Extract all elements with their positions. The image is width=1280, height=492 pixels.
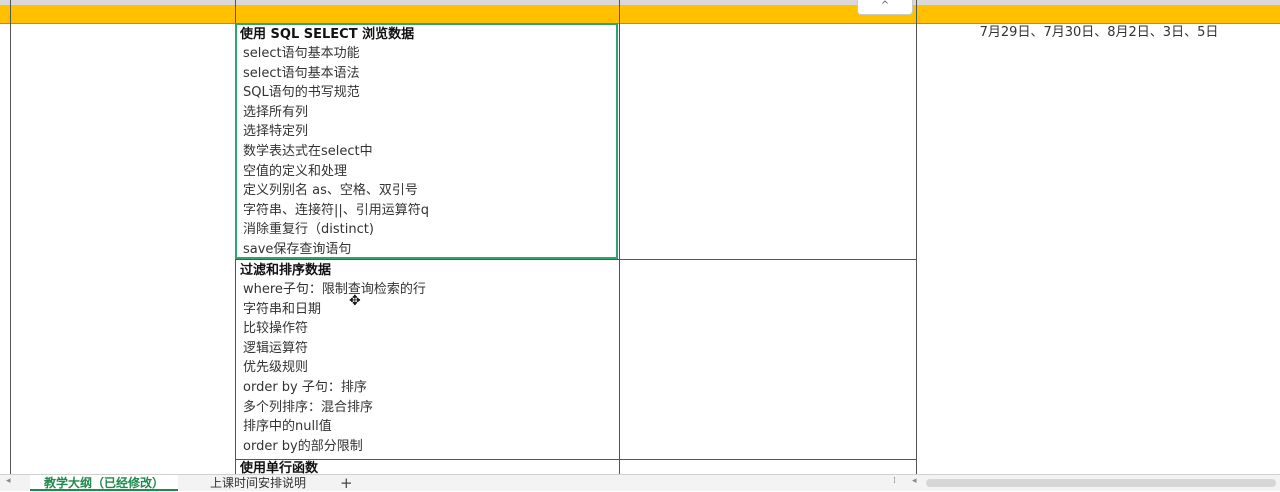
list-item: 多个列排序：混合排序	[243, 399, 374, 415]
column-border	[619, 0, 620, 474]
collapse-ribbon-button[interactable]: ^	[857, 0, 913, 15]
list-item: order by 子句：排序	[243, 379, 367, 395]
cell-group-filter-sort[interactable]: 过滤和排序数据 where子句：限制查询检索的行 字符串和日期 比较操作符 逻辑…	[236, 261, 619, 456]
frozen-header-band	[0, 0, 1280, 24]
column-border	[10, 0, 11, 474]
horizontal-scrollbar[interactable]	[926, 479, 1276, 487]
list-item: order by的部分限制	[243, 438, 363, 454]
list-item: 排序中的null值	[243, 419, 332, 435]
list-item: 字符串和日期	[243, 301, 322, 317]
sheet-tab-syllabus[interactable]: 教学大纲（已经修改）	[30, 475, 179, 491]
sheet-nav-left-icon[interactable]: ◂	[6, 476, 11, 486]
chevron-up-icon: ^	[880, 0, 890, 11]
list-item: where子句：限制查询检索的行	[243, 282, 426, 297]
group-title: 过滤和排序数据	[240, 263, 332, 278]
crosshair-cursor-icon: ✥	[349, 293, 361, 309]
group-title: 使用单行函数	[240, 461, 319, 474]
schedule-dates[interactable]: 7月29日、7月30日、8月2日、3日、5日	[918, 24, 1280, 42]
list-item: 比较操作符	[243, 321, 309, 337]
scroll-left-icon[interactable]: ◂	[912, 476, 917, 486]
sheet-tab-schedule[interactable]: 上课时间安排说明	[198, 475, 318, 491]
list-item: 优先级规则	[243, 360, 309, 376]
tab-splitter-icon[interactable]: ⁞	[893, 476, 896, 486]
cell-selection-outline	[235, 23, 618, 259]
list-item: 逻辑运算符	[243, 340, 309, 356]
cell-group-single-row-functions[interactable]: 使用单行函数	[236, 460, 619, 474]
sheet-tab-bar: ◂ 教学大纲（已经修改） 上课时间安排说明 + ⁞ ◂	[0, 474, 1280, 492]
add-sheet-button[interactable]: +	[340, 474, 353, 492]
column-border	[916, 0, 917, 474]
